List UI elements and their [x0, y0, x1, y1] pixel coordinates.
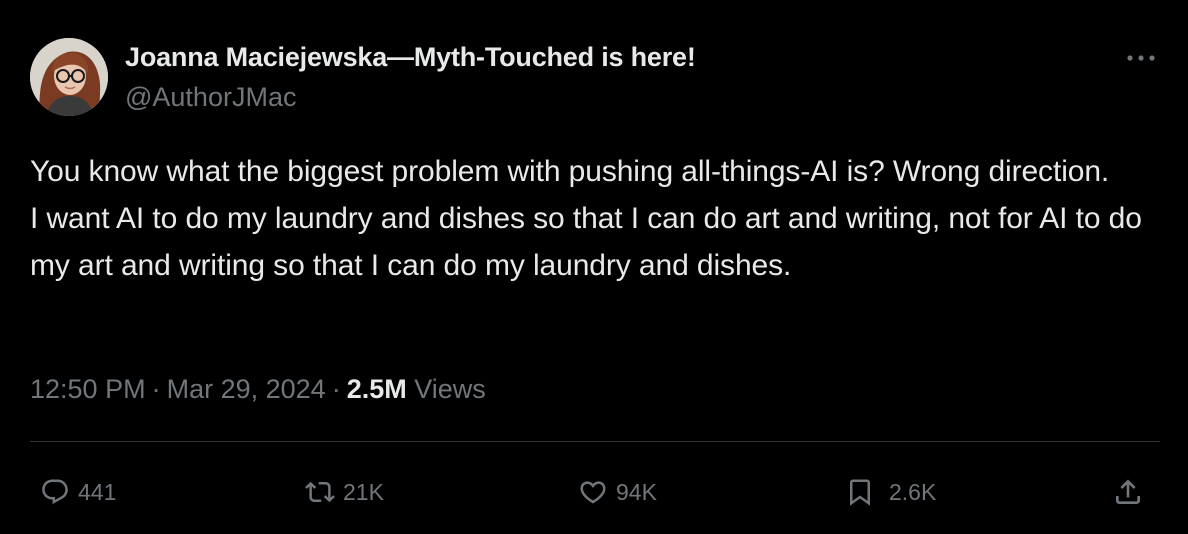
repost-button[interactable]: 21K	[305, 472, 384, 512]
reply-button[interactable]: 441	[40, 472, 116, 512]
views-count[interactable]: 2.5M	[347, 374, 407, 404]
tweet-card: Joanna Maciejewska—Myth-Touched is here!…	[0, 0, 1188, 534]
share-icon	[1116, 479, 1140, 504]
bookmark-count: 2.6K	[889, 478, 937, 505]
bookmark-button[interactable]: 2.6K	[845, 472, 936, 512]
tweet-time[interactable]: 12:50 PM	[30, 374, 146, 404]
tweet-text: You know what the biggest problem with p…	[30, 148, 1165, 289]
meta-separator: ·	[151, 374, 161, 404]
avatar[interactable]	[30, 38, 108, 116]
more-options-button[interactable]	[1124, 45, 1158, 71]
like-count: 94K	[616, 478, 657, 505]
repost-count: 21K	[343, 478, 384, 505]
avatar-photo	[30, 38, 108, 116]
views-label: Views	[414, 374, 486, 404]
bookmark-icon	[850, 479, 870, 506]
tweet-text-line: You know what the biggest problem with p…	[30, 155, 1110, 188]
repost-icon	[305, 481, 335, 503]
tweet-text-line: I want AI to do my laundry and dishes so…	[30, 202, 1142, 282]
reply-icon	[42, 479, 68, 505]
reply-count: 441	[78, 478, 117, 505]
author-handle[interactable]: @AuthorJMac	[125, 82, 296, 113]
more-horizontal-icon	[1127, 55, 1155, 61]
divider	[30, 441, 1160, 442]
meta-separator: ·	[331, 374, 341, 404]
author-name[interactable]: Joanna Maciejewska—Myth-Touched is here!	[125, 42, 696, 73]
tweet-date[interactable]: Mar 29, 2024	[167, 374, 326, 404]
tweet-meta: 12:50 PM · Mar 29, 2024 · 2.5M Views	[30, 374, 486, 405]
like-button[interactable]: 94K	[578, 472, 657, 512]
share-button[interactable]	[1112, 472, 1144, 512]
heart-icon	[580, 481, 606, 504]
